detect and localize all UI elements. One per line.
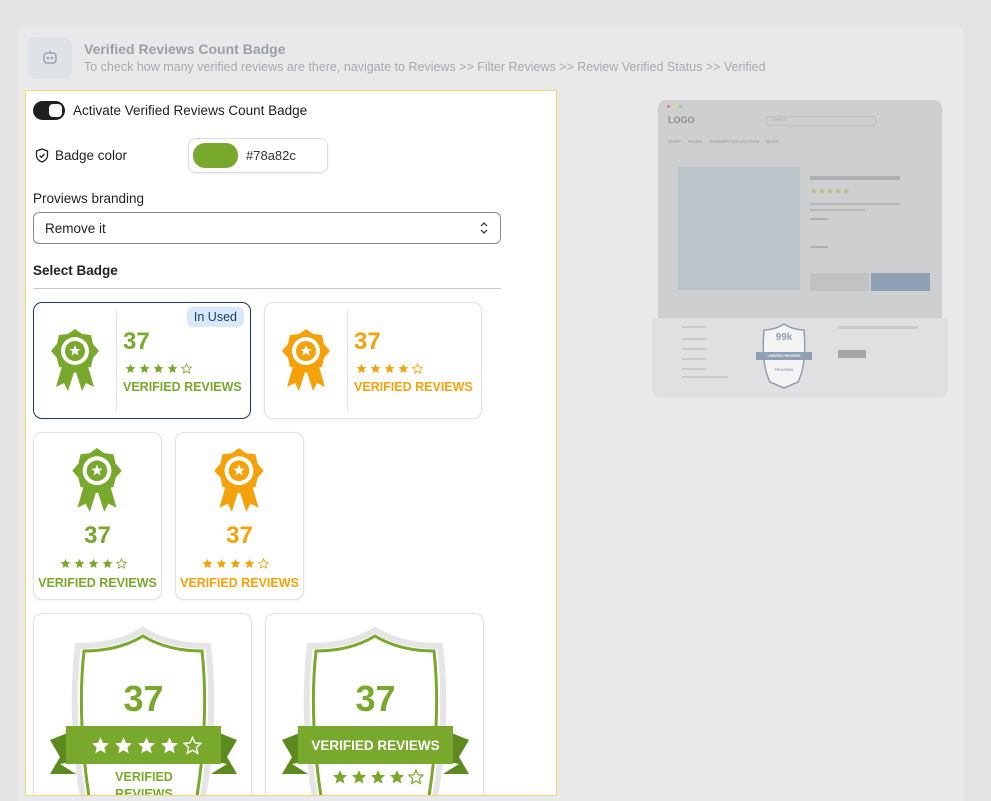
preview-nav-item: BLOG [766, 139, 779, 144]
preview-product-image [678, 167, 800, 290]
star-filled-icon [161, 737, 178, 754]
badge-preview: LOGO Search SHOP SALES SUMMER COLLECTION… [652, 100, 948, 398]
color-hex-value: #78a82c [246, 148, 296, 163]
star-filled-icon [370, 770, 386, 784]
badge-verified-text: VERIFIED REVIEWS [123, 380, 242, 394]
badge-count: 37 [123, 328, 150, 355]
star-rating [125, 363, 192, 374]
preview-badge-count: 99k [775, 332, 793, 343]
award-ribbon-icon [51, 329, 99, 391]
star-filled-icon [230, 558, 241, 569]
star-filled-icon [351, 770, 367, 784]
star-filled-icon [92, 737, 109, 754]
star-rating [91, 736, 202, 755]
star-filled-icon [370, 363, 381, 374]
star-filled-icon [202, 558, 213, 569]
section-header: Verified Reviews Count Badge To check ho… [28, 37, 766, 79]
badge-verified-text: VERIFIED REVIEWS [180, 576, 299, 590]
star-filled-icon [153, 363, 164, 374]
chevron-up-down-icon [480, 222, 488, 234]
badge-option-vertical-orange[interactable]: 37 VERIFIED REVIEWS [175, 432, 304, 600]
section-subtitle: To check how many verified reviews are t… [84, 60, 766, 74]
badge-option-vertical-green[interactable]: 37 VERIFIED REVIEWS [33, 432, 162, 600]
star-empty-icon [258, 558, 269, 569]
star-empty-icon [183, 736, 202, 755]
star-empty-icon [116, 558, 127, 569]
star-filled-icon [125, 363, 136, 374]
divider [33, 288, 501, 289]
star-filled-icon [244, 558, 255, 569]
activate-badge-toggle[interactable] [33, 101, 65, 120]
preview-nav-item: SUMMER COLLECTION [709, 139, 760, 144]
preview-search: Search [771, 117, 787, 123]
badge-count: 37 [123, 678, 164, 719]
award-ribbon-icon [214, 448, 264, 512]
star-filled-icon [60, 558, 71, 569]
badge-verified-text: VERIFIED REVIEWS [311, 738, 440, 753]
star-filled-icon [88, 558, 99, 569]
badge-color-row: Badge color #78a82c [35, 138, 335, 174]
preview-logo: LOGO [668, 115, 695, 125]
badge-count: 37 [355, 678, 396, 719]
star-filled-icon [74, 558, 85, 569]
award-ribbon-icon [282, 329, 330, 391]
branding-select[interactable]: Remove it [33, 212, 501, 244]
preview-badge-text: VERIFIED REVIEWS [767, 354, 801, 358]
browser-mockup: LOGO Search SHOP SALES SUMMER COLLECTION… [658, 100, 942, 318]
star-filled-icon [167, 363, 178, 374]
star-filled-icon [102, 558, 113, 569]
star-filled-icon [332, 770, 348, 784]
award-ribbon-icon [72, 448, 122, 512]
star-empty-icon [181, 363, 192, 374]
star-filled-icon [216, 558, 227, 569]
badge-settings-panel: Activate Verified Reviews Count Badge Ba… [25, 90, 557, 796]
badge-divider [347, 311, 348, 411]
preview-nav-item: SHOP [668, 139, 681, 144]
activate-toggle-label: Activate Verified Reviews Count Badge [73, 103, 308, 118]
badge-count: 37 [354, 328, 381, 355]
badge-color-label: Badge color [55, 148, 128, 163]
star-filled-icon [398, 363, 409, 374]
badge-option-horizontal-green[interactable]: In Used 37 VERIFIED REVIEWS [33, 302, 251, 419]
star-rating [202, 558, 269, 569]
activate-toggle-row: Activate Verified Reviews Count Badge [33, 101, 307, 120]
star-empty-icon [408, 769, 424, 785]
star-filled-icon [356, 363, 367, 374]
preview-footer: 99k VERIFIED REVIEWS PROVIEWS [652, 318, 948, 398]
color-swatch[interactable] [193, 143, 238, 168]
badge-count: 37 [84, 522, 111, 549]
star-filled-icon [384, 363, 395, 374]
badge-verified-text: VERIFIED REVIEWS [115, 770, 173, 796]
badge-option-shield-stars[interactable]: 37 VERIFIED REVIEWS [33, 613, 252, 796]
star-filled-icon [138, 737, 155, 754]
branding-select-value: Remove it [45, 220, 106, 236]
select-badge-label: Select Badge [33, 263, 118, 278]
star-filled-icon [389, 770, 405, 784]
badge-option-shield-text[interactable]: 37 VERIFIED REVIEWS [265, 613, 484, 795]
star-rating [332, 769, 424, 785]
badge-verified-text: VERIFIED REVIEWS [354, 380, 473, 394]
badge-option-horizontal-orange[interactable]: 37 VERIFIED REVIEWS [264, 302, 482, 419]
preview-nav-item: SALES [687, 139, 703, 144]
badge-color-picker[interactable]: #78a82c [188, 138, 328, 173]
star-filled-icon [115, 737, 132, 754]
star-filled-icon [139, 363, 150, 374]
branding-label: Proviews branding [33, 191, 145, 206]
star-rating [356, 363, 423, 374]
badge-divider [116, 311, 117, 411]
star-rating [60, 558, 127, 569]
badge-verified-text: VERIFIED REVIEWS [38, 576, 157, 590]
shield-check-icon [35, 148, 49, 163]
star-empty-icon [412, 363, 423, 374]
in-used-tag: In Used [186, 307, 244, 327]
robot-icon [28, 37, 72, 79]
badge-count: 37 [226, 522, 253, 549]
section-title: Verified Reviews Count Badge [84, 41, 286, 57]
preview-badge-brand: PROVIEWS [774, 368, 794, 372]
